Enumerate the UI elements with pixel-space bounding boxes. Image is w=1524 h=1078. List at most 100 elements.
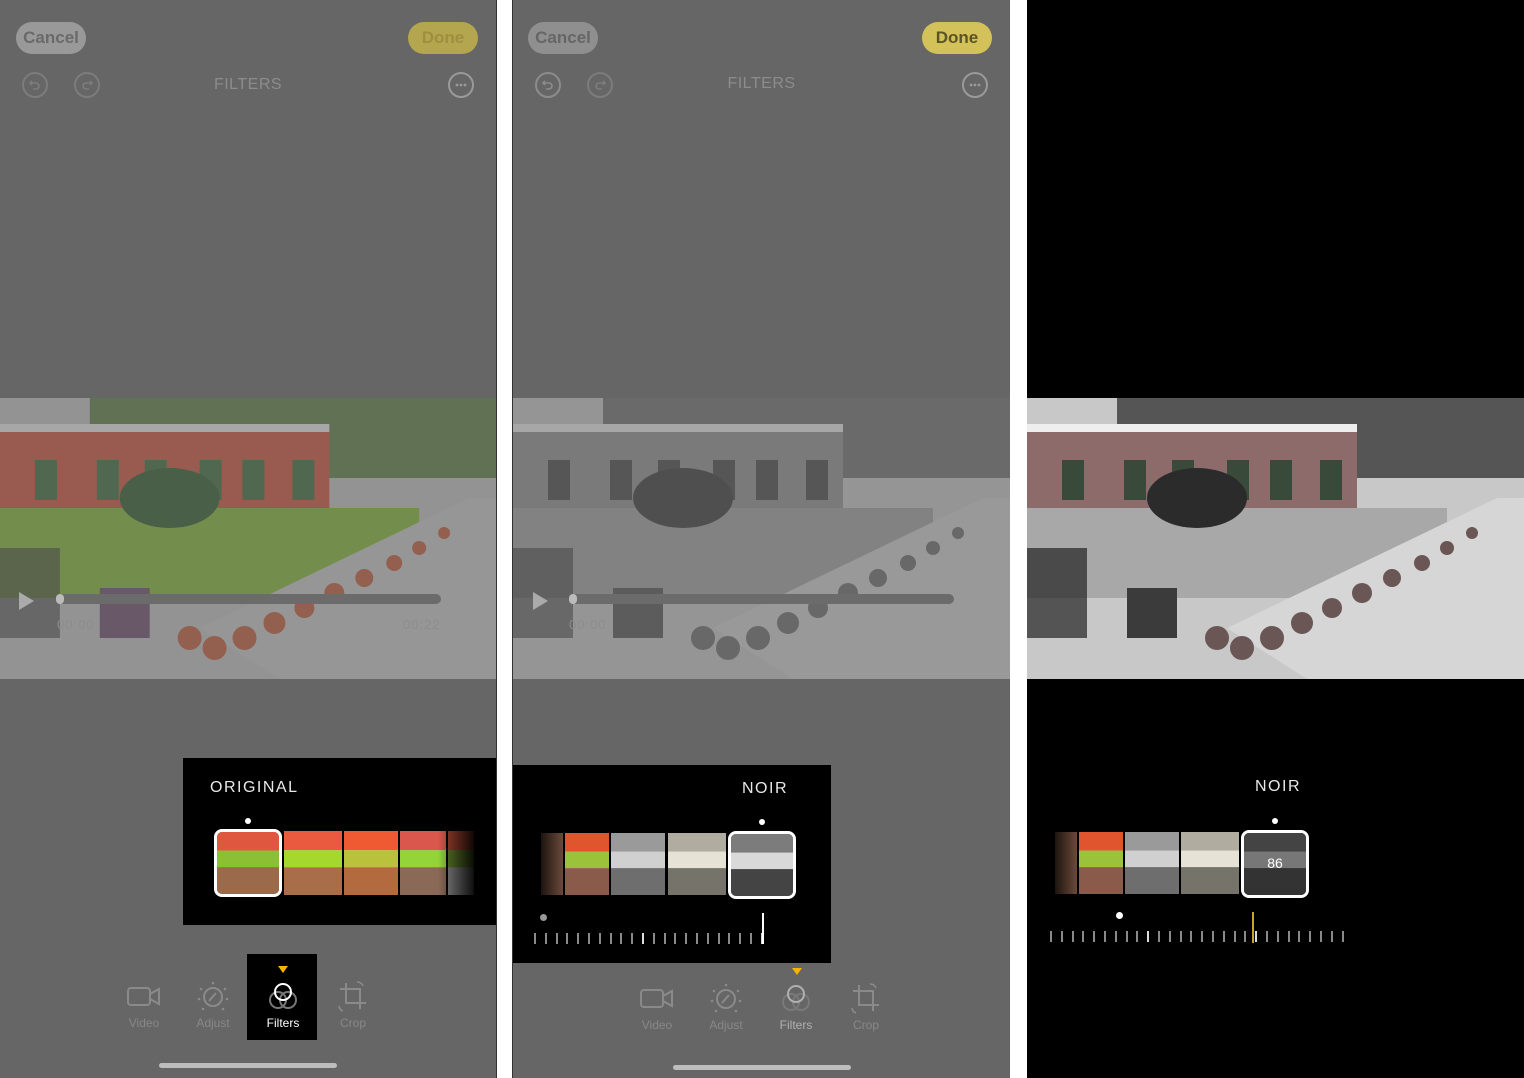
- slider-tick: [631, 933, 634, 944]
- tab-adjust[interactable]: Adjust: [696, 982, 756, 1032]
- tab-video[interactable]: Video: [627, 982, 687, 1032]
- slider-tick: [620, 933, 623, 944]
- slider-tick: [642, 933, 644, 944]
- slider-tick: [1233, 931, 1236, 942]
- filter-picker: ORIGINAL: [183, 758, 496, 925]
- slider-tick: [1147, 931, 1150, 942]
- slider-tick: [588, 933, 590, 944]
- video-preview: [513, 398, 1010, 679]
- video-scrubber[interactable]: [58, 594, 441, 604]
- filter-thumb-original[interactable]: [214, 829, 282, 897]
- panel-original-filter: Cancel Done FILTERS 00:00 00:22 ORIGINAL: [0, 0, 497, 1078]
- slider-tick: [598, 933, 601, 944]
- active-tab-caret-icon: [278, 966, 288, 973]
- slider-tick: [1309, 931, 1312, 942]
- adjust-dial-icon: [710, 983, 742, 1013]
- filters-icon: [269, 983, 297, 1009]
- current-time: 00:00: [569, 617, 607, 632]
- slider-tick: [1330, 931, 1333, 942]
- intensity-value: 86: [1267, 855, 1283, 871]
- filter-thumb-silvertone[interactable]: [1181, 832, 1239, 894]
- filter-thumb-noir[interactable]: 86: [1241, 830, 1309, 898]
- slider-tick: [1341, 931, 1344, 942]
- tab-crop[interactable]: Crop: [323, 980, 383, 1030]
- slider-tick: [566, 933, 569, 944]
- more-options-icon[interactable]: [448, 72, 474, 98]
- scrubber-handle[interactable]: [569, 594, 577, 604]
- filter-thumb-mono[interactable]: [1125, 832, 1179, 894]
- filter-name-label: NOIR: [1255, 778, 1301, 795]
- video-camera-icon: [640, 989, 673, 1008]
- selected-indicator-dot: [759, 819, 765, 825]
- garden-photo-noir-86: [1027, 398, 1524, 679]
- slider-tick: [1082, 931, 1085, 942]
- slider-needle[interactable]: [1252, 912, 1254, 943]
- filter-name-label: NOIR: [742, 780, 788, 797]
- filter-thumb-dramatic-cool[interactable]: [565, 833, 609, 895]
- slider-tick: [706, 933, 709, 944]
- slider-tick: [1266, 931, 1268, 942]
- selected-indicator-dot: [245, 818, 251, 824]
- thumb-strip-fade: [438, 831, 478, 895]
- tab-adjust[interactable]: Adjust: [183, 980, 243, 1030]
- filter-thumb-silvertone[interactable]: [668, 833, 726, 895]
- panel-noir-intensity: NOIR 86: [1027, 0, 1524, 1078]
- slider-tick: [1201, 931, 1204, 942]
- slider-tick: [1320, 931, 1322, 942]
- video-preview: [1027, 398, 1524, 679]
- slider-tick: [696, 933, 698, 944]
- video-preview: [0, 398, 496, 679]
- tab-filters[interactable]: Filters: [253, 980, 313, 1030]
- filters-icon: [782, 985, 810, 1011]
- page-title: FILTERS: [727, 75, 796, 92]
- cancel-button[interactable]: Cancel: [16, 22, 86, 54]
- tab-filters-label: Filters: [266, 1016, 300, 1030]
- slider-tick: [609, 933, 612, 944]
- filter-thumb-noir[interactable]: [728, 831, 796, 899]
- slider-needle[interactable]: [762, 913, 764, 944]
- slider-tick: [1179, 931, 1182, 942]
- slider-tick: [1222, 931, 1225, 942]
- more-options-icon[interactable]: [962, 72, 988, 98]
- slider-tick: [652, 933, 655, 944]
- thumb-strip-fade: [1047, 832, 1077, 894]
- done-button[interactable]: Done: [408, 22, 478, 54]
- filter-thumb-vivid[interactable]: [284, 831, 342, 895]
- scrubber-handle[interactable]: [56, 594, 64, 604]
- tab-adjust-label: Adjust: [196, 1016, 230, 1030]
- slider-tick: [663, 933, 666, 944]
- slider-tick: [1212, 931, 1214, 942]
- filter-thumb-mono[interactable]: [611, 833, 665, 895]
- intensity-default-dot: [540, 914, 547, 921]
- tab-filters-label: Filters: [779, 1018, 813, 1032]
- cancel-button[interactable]: Cancel: [528, 22, 598, 54]
- video-scrubber[interactable]: [571, 594, 954, 604]
- slider-tick: [1168, 931, 1171, 942]
- home-indicator[interactable]: [673, 1065, 851, 1070]
- tab-video[interactable]: Video: [114, 980, 174, 1030]
- done-button[interactable]: Done: [922, 22, 992, 54]
- selected-indicator-dot: [1272, 818, 1278, 824]
- tab-adjust-label: Adjust: [709, 1018, 743, 1032]
- tab-video-label: Video: [128, 1016, 160, 1030]
- filter-thumb-vivid-warm[interactable]: [344, 831, 398, 895]
- slider-tick: [1244, 931, 1247, 942]
- dim-overlay: [513, 398, 1010, 679]
- crop-rotate-icon: [338, 981, 366, 1012]
- slider-tick: [577, 933, 580, 944]
- slider-tick: [1136, 931, 1139, 942]
- slider-tick: [1190, 931, 1193, 942]
- slider-tick: [1093, 931, 1096, 942]
- slider-tick: [1276, 931, 1279, 942]
- filter-thumb-dramatic-cool[interactable]: [1079, 832, 1123, 894]
- slider-tick: [1114, 931, 1117, 942]
- slider-tick: [750, 933, 752, 944]
- home-indicator[interactable]: [159, 1063, 337, 1068]
- tab-crop[interactable]: Crop: [836, 982, 896, 1032]
- play-icon[interactable]: [19, 592, 34, 610]
- play-icon[interactable]: [533, 592, 548, 610]
- slider-tick: [1255, 931, 1258, 942]
- tab-filters[interactable]: Filters: [766, 982, 826, 1032]
- slider-tick: [1287, 931, 1290, 942]
- slider-tick: [1158, 931, 1160, 942]
